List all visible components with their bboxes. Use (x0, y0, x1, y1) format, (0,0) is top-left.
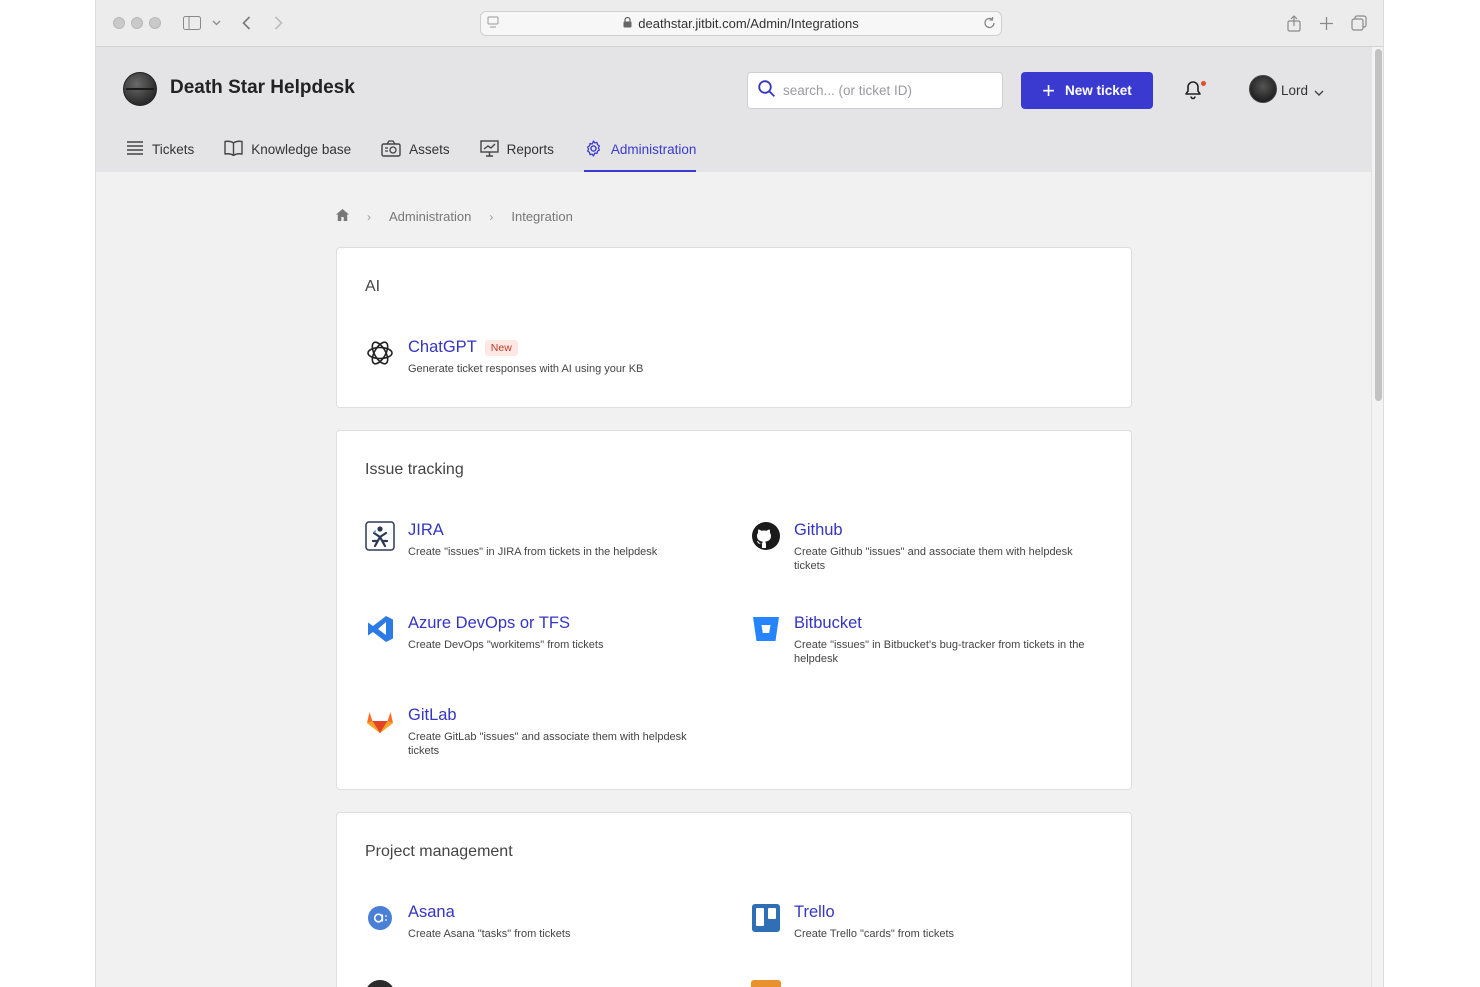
integration-description: Create DevOps "workitems" from tickets (408, 639, 604, 651)
window-minimize-button[interactable] (131, 17, 143, 29)
integration-description: Generate ticket responses with AI using … (408, 363, 644, 375)
chatgpt-icon (365, 338, 395, 368)
scrollbar-thumb[interactable] (1375, 49, 1382, 401)
reload-icon[interactable] (983, 16, 996, 33)
trello-icon (751, 903, 781, 933)
notification-dot (1201, 81, 1206, 86)
integration-description: Create Asana "tasks" from tickets (408, 928, 571, 940)
nav-tickets[interactable]: Tickets (126, 127, 194, 172)
integration-name[interactable]: Asana (408, 903, 455, 922)
gitlab-icon (365, 706, 395, 736)
issue-tracking-section: Issue tracking JIRA Create "issues" in J… (336, 430, 1132, 790)
nav-label: Tickets (152, 142, 195, 157)
github-icon (751, 521, 781, 551)
nav-label: Assets (409, 142, 450, 157)
breadcrumb: › Administration › Integration (336, 209, 573, 224)
app-title[interactable]: Death Star Helpdesk (170, 77, 355, 99)
integration-icon (751, 980, 781, 987)
home-icon[interactable] (336, 209, 349, 224)
app-header: Death Star Helpdesk + New ticket Lord (96, 47, 1371, 172)
chevron-right-icon: › (367, 209, 371, 224)
section-title: AI (365, 278, 381, 295)
search-box[interactable] (747, 72, 1003, 109)
project-management-section: Project management Asana Create Asana "t… (336, 812, 1132, 987)
nav-assets[interactable]: Assets (381, 127, 450, 172)
search-input[interactable] (783, 83, 983, 98)
window-zoom-button[interactable] (149, 17, 161, 29)
nav-knowledge-base[interactable]: Knowledge base (224, 127, 351, 172)
nav-reports[interactable]: Reports (479, 127, 554, 172)
integration-description: Create Github "issues" and associate the… (794, 546, 1073, 572)
nav-label: Knowledge base (251, 142, 352, 157)
new-ticket-button[interactable]: + New ticket (1021, 72, 1153, 109)
nav-administration[interactable]: Administration (583, 127, 697, 172)
bitbucket-icon (751, 614, 781, 644)
chevron-right-icon: › (489, 209, 494, 224)
forward-icon[interactable] (271, 12, 285, 34)
window-close-button[interactable] (113, 17, 125, 29)
book-icon (224, 140, 243, 159)
nav-label: Administration (610, 142, 697, 157)
lock-icon (623, 16, 632, 31)
breadcrumb-integration: Integration (511, 209, 573, 224)
chevron-down-icon[interactable] (210, 12, 222, 34)
integration-icon (365, 980, 395, 987)
sidebar-toggle-icon[interactable] (182, 12, 202, 34)
integration-name-text[interactable]: ChatGPT (408, 338, 477, 357)
new-badge: New (484, 339, 518, 356)
page-icon (487, 16, 499, 33)
back-icon[interactable] (239, 12, 253, 34)
reports-icon (479, 139, 499, 160)
section-title: Issue tracking (365, 461, 464, 478)
assets-icon (381, 139, 401, 160)
integration-name[interactable]: Trello (794, 903, 835, 922)
integration-name[interactable]: Github (794, 521, 843, 540)
breadcrumb-administration[interactable]: Administration (389, 209, 471, 224)
search-icon (758, 79, 775, 102)
gear-icon (584, 139, 603, 161)
user-avatar[interactable] (1249, 75, 1277, 103)
integration-description: Create Trello "cards" from tickets (794, 928, 955, 940)
page-scrollbar[interactable] (1371, 47, 1383, 987)
integration-name[interactable]: JIRA (408, 521, 444, 540)
address-bar[interactable]: deathstar.jitbit.com/Admin/Integrations (480, 11, 1002, 36)
integration-name[interactable]: Bitbucket (794, 614, 862, 633)
tickets-icon (126, 140, 144, 159)
chevron-down-icon[interactable] (1314, 84, 1324, 102)
integration-name[interactable]: ChatGPT New (408, 338, 518, 357)
death-star-logo[interactable] (123, 72, 157, 106)
ai-section: AI ChatGPT New Generate ticket responses… (336, 247, 1132, 408)
user-name[interactable]: Lord (1281, 83, 1308, 98)
integration-name[interactable]: Azure DevOps or TFS (408, 614, 570, 633)
browser-window: deathstar.jitbit.com/Admin/Integrations … (95, 0, 1384, 987)
url-text: deathstar.jitbit.com/Admin/Integrations (638, 16, 859, 31)
asana-icon (365, 903, 395, 933)
integration-description: Create GitLab "issues" and associate the… (408, 731, 687, 757)
share-icon[interactable] (1286, 12, 1302, 34)
new-tab-icon[interactable] (1318, 12, 1334, 34)
main-nav: Tickets Knowledge base Assets Reports Ad… (126, 127, 696, 172)
browser-toolbar: deathstar.jitbit.com/Admin/Integrations (96, 0, 1383, 47)
azure-devops-icon (365, 614, 395, 644)
integration-name[interactable]: GitLab (408, 706, 457, 725)
tabs-overview-icon[interactable] (1350, 12, 1368, 34)
new-ticket-label: New ticket (1065, 83, 1132, 98)
integration-description: Create "issues" in JIRA from tickets in … (408, 546, 658, 558)
integration-description: Create "issues" in Bitbucket's bug-track… (794, 639, 1085, 665)
nav-label: Reports (506, 142, 554, 157)
jira-icon (365, 521, 395, 551)
section-title: Project management (365, 843, 513, 860)
plus-icon: + (1042, 77, 1056, 103)
